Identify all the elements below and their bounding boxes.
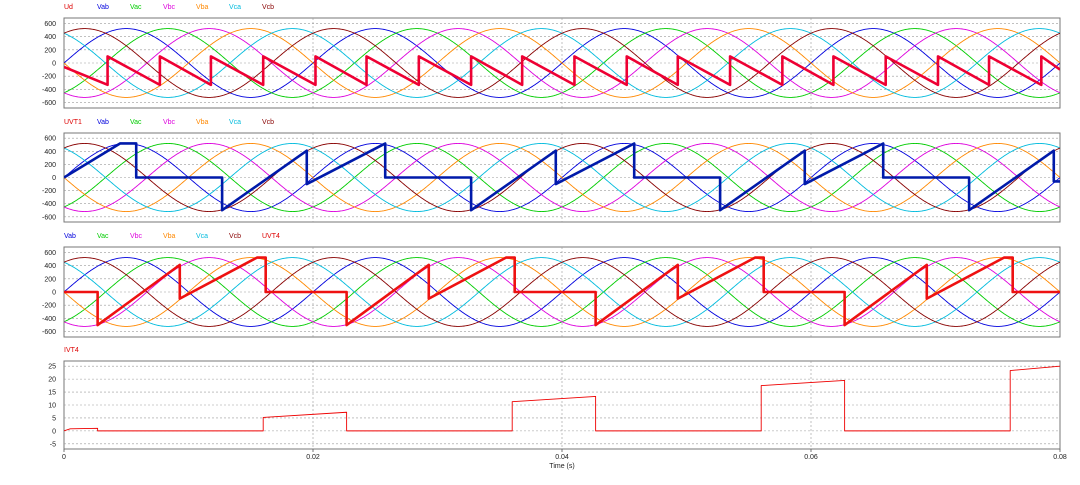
chart-panel-1: 600 400 200 0 -200 -400 -600 Ud Vab Vac Vbc Vba Vca V… bbox=[42, 4, 1061, 109]
legend-entry-vac: Vac bbox=[97, 233, 109, 240]
y-tick-label: 0 bbox=[52, 61, 56, 68]
y-tick-label: -400 bbox=[42, 316, 56, 323]
y-tick-label: 400 bbox=[44, 263, 56, 270]
legend-entry-vba: Vba bbox=[163, 233, 176, 240]
legend-entry-vab: Vab bbox=[97, 4, 109, 11]
legend-entry-ud: Ud bbox=[64, 4, 73, 11]
legend-entry-vcb: Vcb bbox=[262, 4, 274, 11]
legend-entry-vab: Vab bbox=[97, 119, 109, 126]
legend-entry-vcb: Vcb bbox=[229, 233, 241, 240]
y-tick-label: -400 bbox=[42, 87, 56, 94]
x-axis-label: Time (s) bbox=[549, 463, 574, 470]
y-tick-label: 5 bbox=[52, 415, 56, 422]
y-tick-label: 600 bbox=[44, 136, 56, 143]
y-tick-label: -200 bbox=[42, 188, 56, 195]
legend-entry-vab: Vab bbox=[64, 233, 76, 240]
x-tick-label: 0.04 bbox=[555, 454, 569, 461]
x-tick-label: 0.02 bbox=[306, 454, 320, 461]
legend-entry-ivt4: IVT4 bbox=[64, 347, 79, 354]
y-tick-label: -200 bbox=[42, 303, 56, 310]
y-tick-label: 200 bbox=[44, 47, 56, 54]
legend-entry-vca: Vca bbox=[229, 4, 241, 11]
y-tick-label: -400 bbox=[42, 201, 56, 208]
legend-entry-vca: Vca bbox=[196, 233, 208, 240]
legend-entry-vbc: Vbc bbox=[163, 119, 176, 126]
legend-entry-uvt4: UVT4 bbox=[262, 233, 280, 240]
y-tick-label: 600 bbox=[44, 21, 56, 28]
legend-entry-vac: Vac bbox=[130, 119, 142, 126]
y-tick-label: 20 bbox=[48, 377, 56, 384]
y-tick-label: 400 bbox=[44, 149, 56, 156]
legend-entry-vba: Vba bbox=[196, 119, 209, 126]
y-tick-label: 10 bbox=[48, 403, 56, 410]
waveform-plots: 6004002000-200-400-600Ud Vab Vac Vbc Vba Vca V… bbox=[42, 4, 1067, 470]
y-tick-label: 400 bbox=[44, 34, 56, 41]
x-tick-label: 0 bbox=[62, 454, 66, 461]
y-tick-label: 0 bbox=[52, 290, 56, 297]
y-tick-label: 25 bbox=[48, 364, 56, 371]
y-tick-label: -600 bbox=[42, 329, 56, 336]
y-tick-label: 0 bbox=[52, 175, 56, 182]
y-tick-label: 200 bbox=[44, 276, 56, 283]
x-tick-label: 0.06 bbox=[804, 454, 818, 461]
y-tick-label: 0 bbox=[52, 428, 56, 435]
y-tick-label: 600 bbox=[44, 250, 56, 257]
legend-entry-vbc: Vbc bbox=[163, 4, 176, 11]
y-tick-label: -600 bbox=[42, 214, 56, 221]
y-tick-label: -200 bbox=[42, 74, 56, 81]
chart-panel-3: 600 400 200 0 -200 -400 -600 Vab Vac Vbc Vba Vca Vcb… bbox=[42, 233, 1061, 338]
y-tick-label: 200 bbox=[44, 162, 56, 169]
legend-entry-uvt1: UVT1 bbox=[64, 119, 82, 126]
y-tick-label: -5 bbox=[50, 441, 56, 448]
legend-entry-vcb: Vcb bbox=[262, 119, 274, 126]
y-tick-label: -600 bbox=[42, 100, 56, 107]
legend-entry-vca: Vca bbox=[229, 119, 241, 126]
y-tick-label: 15 bbox=[48, 390, 56, 397]
x-tick-label: 0.08 bbox=[1053, 454, 1067, 461]
legend-entry-vba: Vba bbox=[196, 4, 209, 11]
chart-panel-4: 25 20 15 10 5 0 -5 IVT4 0 0.02 0.04 0.06 0.08 Time (s… bbox=[48, 347, 1067, 470]
chart-panel-2: 600 400 200 0 -200 -400 -600 UVT1 Vab Vac Vbc Vba Vc… bbox=[42, 119, 1061, 223]
legend-entry-vbc: Vbc bbox=[130, 233, 143, 240]
legend-entry-vac: Vac bbox=[130, 4, 142, 11]
